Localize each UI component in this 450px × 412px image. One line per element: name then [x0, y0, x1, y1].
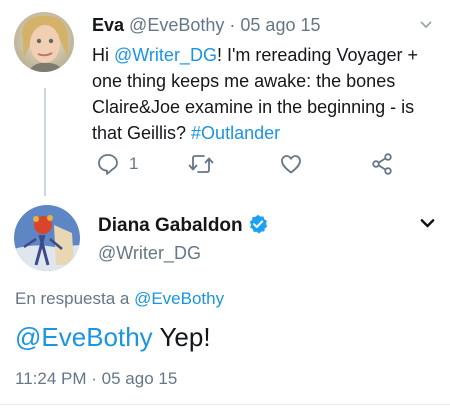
mention-link[interactable]: @Writer_DG — [114, 45, 217, 65]
avatar[interactable] — [14, 12, 74, 72]
tweet-text: @EveBothy Yep! — [15, 322, 211, 353]
reply-icon — [98, 154, 118, 175]
tweet-text: Hi @Writer_DG! I'm rereading Voyager + o… — [92, 42, 432, 146]
share-button[interactable] — [370, 151, 394, 177]
author-handle[interactable]: @Writer_DG — [98, 243, 201, 264]
reply-count: 1 — [129, 154, 139, 173]
tweet-menu-button[interactable] — [420, 216, 436, 232]
chevron-down-icon — [420, 21, 432, 28]
tweet-text-part: Hi — [92, 45, 114, 65]
retweet-button[interactable] — [188, 151, 214, 177]
like-icon — [281, 155, 301, 174]
in-reply-to-label: En respuesta a @EveBothy — [15, 289, 224, 309]
verified-badge-icon — [249, 214, 267, 234]
author-name-text: Diana Gabaldon — [98, 215, 243, 236]
tweet-date: 05 ago 15 — [101, 369, 178, 388]
tweet-header: Eva @EveBothy · 05 ago 15 — [92, 13, 320, 37]
avatar-image — [14, 205, 80, 271]
author-handle[interactable]: @EveBothy — [129, 15, 224, 35]
thread-connector-line — [44, 88, 46, 196]
chevron-down-icon — [420, 219, 435, 228]
divider — [0, 404, 450, 405]
tweet-actions: 1 — [92, 151, 412, 179]
tweet-time: 11:24 PM — [15, 369, 87, 388]
in-reply-handle-link[interactable]: @EveBothy — [134, 289, 224, 308]
share-icon — [372, 153, 392, 175]
meta-separator: · — [229, 15, 236, 35]
avatar-image — [14, 12, 74, 72]
meta-separator: · — [91, 369, 97, 388]
author-name[interactable]: Eva — [92, 15, 124, 35]
tweet-date[interactable]: 05 ago 15 — [240, 15, 320, 35]
like-button[interactable] — [279, 151, 303, 177]
tweet-timestamp[interactable]: 11:24 PM · 05 ago 15 — [15, 369, 177, 389]
tweet-text-part: Yep! — [152, 322, 211, 352]
tweet-menu-button[interactable] — [420, 18, 436, 34]
author-name[interactable]: Diana Gabaldon — [98, 214, 268, 237]
mention-link[interactable]: @EveBothy — [15, 322, 153, 352]
retweet-icon — [188, 155, 214, 173]
avatar[interactable] — [14, 205, 80, 271]
in-reply-prefix: En respuesta a — [15, 289, 135, 308]
reply-button[interactable]: 1 — [96, 151, 138, 177]
hashtag-link[interactable]: #Outlander — [191, 123, 280, 143]
